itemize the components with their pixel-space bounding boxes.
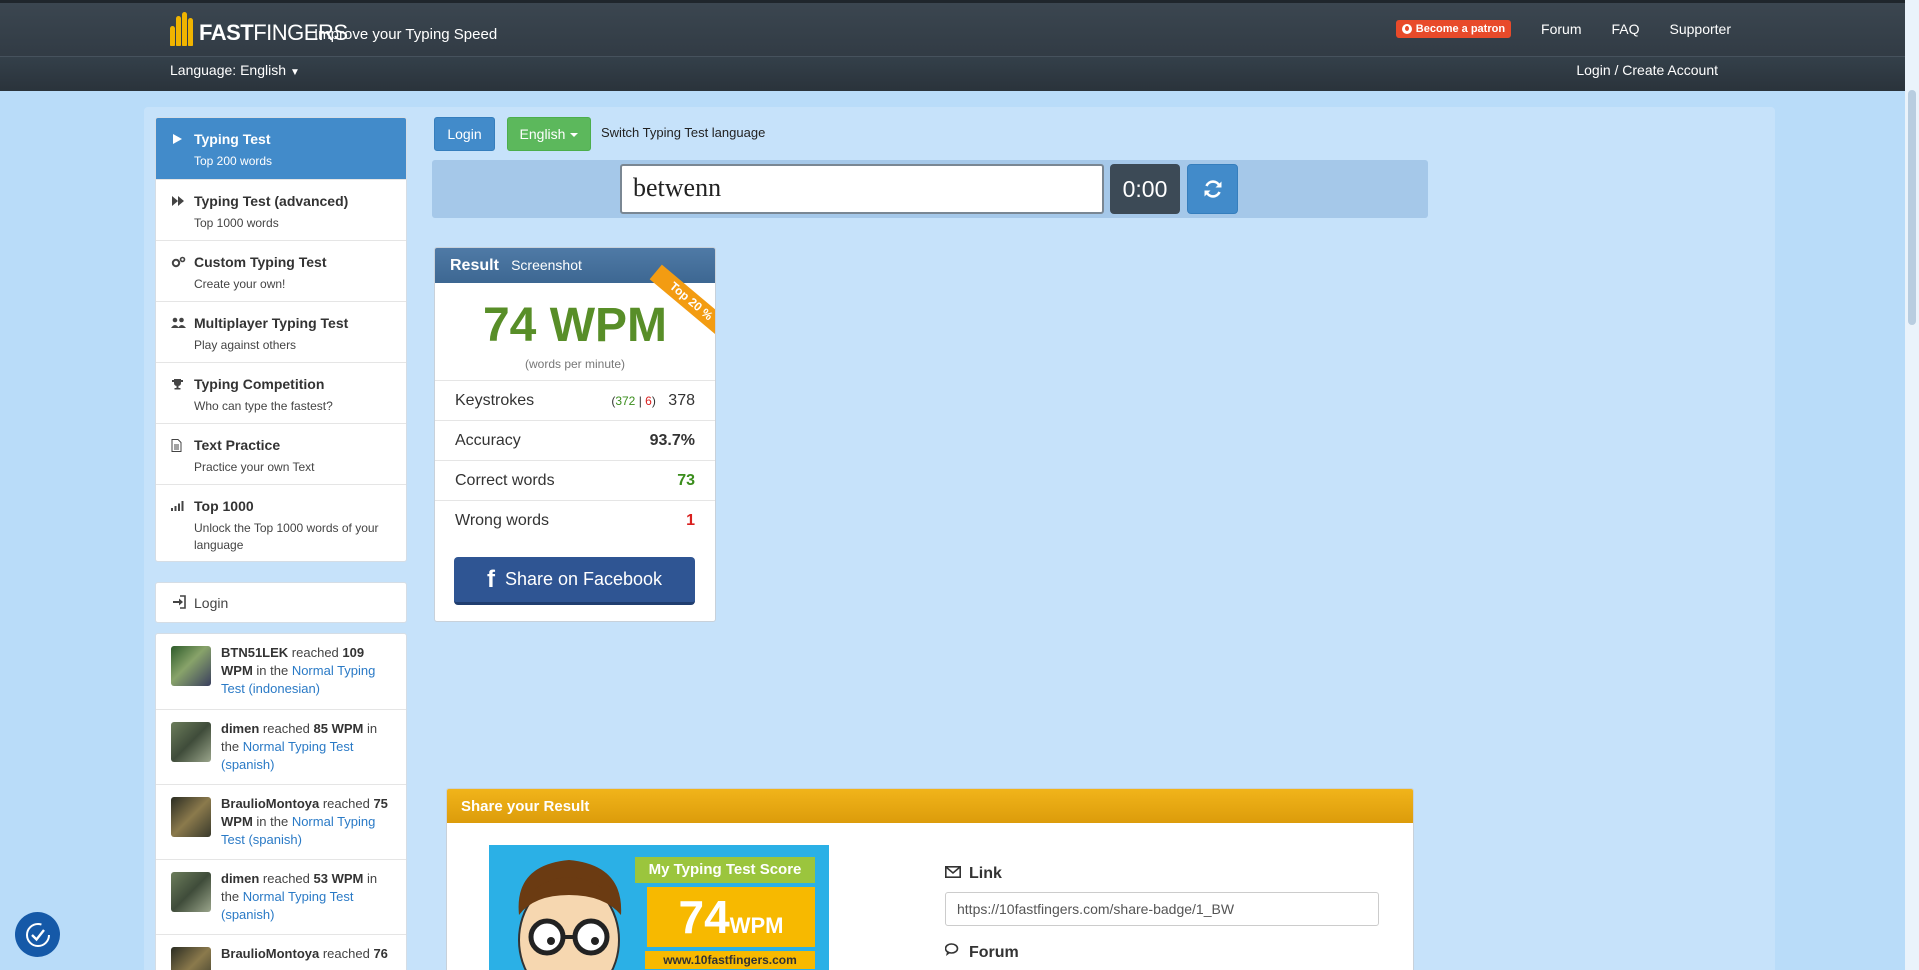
play-icon <box>171 133 187 147</box>
sidebar: Typing Test Top 200 words Typing Test (a… <box>155 117 407 970</box>
avatar[interactable] <box>171 646 211 686</box>
patreon-icon <box>1401 24 1412 34</box>
top-nav-links: Become a patron Forum FAQ Supporter <box>1395 20 1731 38</box>
fast-forward-icon <box>171 195 187 209</box>
sidebar-item-typing-test[interactable]: Typing Test Top 200 words <box>156 118 406 179</box>
share-title: Share your Result <box>447 789 1413 823</box>
avatar[interactable] <box>171 947 211 970</box>
language-selector[interactable]: Language: English ▼ <box>170 62 300 78</box>
score-badge-image[interactable]: My Typing Test Score 74WPM www.10fastfin… <box>489 845 829 970</box>
list-item: BraulioMontoya reached 76 <box>156 934 406 970</box>
tagline: Improve your Typing Speed <box>314 26 498 43</box>
stat-wrong-words: Wrong words 1 <box>435 500 715 540</box>
sidebar-item-typing-test-advanced[interactable]: Typing Test (advanced) Top 1000 words <box>156 179 406 240</box>
forum-label: Forum <box>944 943 1019 962</box>
caret-down-icon <box>570 133 579 137</box>
login-create-account-link[interactable]: Login / Create Account <box>1576 62 1718 78</box>
timer: 0:00 <box>1110 164 1180 214</box>
switch-language-label: Switch Typing Test language <box>601 125 766 140</box>
avatar[interactable] <box>171 872 211 912</box>
sidebar-menu: Typing Test Top 200 words Typing Test (a… <box>155 117 407 562</box>
refresh-icon <box>1204 180 1221 198</box>
comments-icon <box>944 943 961 962</box>
keystrokes-detail: (372 | 6) <box>611 393 656 408</box>
document-icon <box>171 439 187 453</box>
wpm-value: 74 WPM <box>482 299 668 352</box>
accessibility-button[interactable] <box>15 912 60 957</box>
share-panel: Share your Result My Typing Test Score 7… <box>446 788 1414 970</box>
chevron-down-icon: ▼ <box>290 67 300 78</box>
scrollbar[interactable] <box>1905 0 1919 970</box>
list-item: dimen reached 85 WPM in the Normal Typin… <box>156 709 406 784</box>
sidebar-item-competition[interactable]: Typing Competition Who can type the fast… <box>156 362 406 423</box>
users-icon <box>171 317 187 331</box>
wpm-caption: (words per minute) <box>524 357 626 371</box>
language-dropdown-button[interactable]: English <box>507 117 591 151</box>
result-title: Result <box>450 257 499 274</box>
envelope-icon <box>945 865 961 883</box>
login-button[interactable]: Login <box>434 117 495 151</box>
scrollbar-thumb[interactable] <box>1908 90 1916 325</box>
facebook-icon: f <box>486 565 495 593</box>
stat-keystrokes: Keystrokes (372 | 6) 378 <box>435 380 715 420</box>
share-link-input[interactable]: https://10fastfingers.com/share-badge/1_… <box>945 892 1379 926</box>
sidebar-item-text-practice[interactable]: Text Practice Practice your own Text <box>156 423 406 484</box>
nav-faq[interactable]: FAQ <box>1612 21 1640 37</box>
list-item: BraulioMontoya reached 75 WPM in the Nor… <box>156 784 406 859</box>
sidebar-login[interactable]: Login <box>155 582 407 623</box>
screenshot-tab[interactable]: Screenshot <box>511 257 582 273</box>
link-label: Link <box>945 865 1002 883</box>
sign-in-icon <box>172 595 186 612</box>
sidebar-item-multiplayer[interactable]: Multiplayer Typing Test Play against oth… <box>156 301 406 362</box>
stat-correct-words: Correct words 73 <box>435 460 715 500</box>
stat-accuracy: Accuracy 93.7% <box>435 420 715 460</box>
nav-forum[interactable]: Forum <box>1541 21 1581 37</box>
become-patron-button[interactable]: Become a patron <box>1395 20 1512 38</box>
keystrokes-total: 378 <box>668 391 695 409</box>
result-panel: Result Screenshot Top 20 % 74 WPM (words… <box>434 247 716 622</box>
avatar[interactable] <box>171 722 211 762</box>
gears-icon <box>171 256 187 270</box>
sidebar-item-top-1000[interactable]: Top 1000 Unlock the Top 1000 words of yo… <box>156 484 406 561</box>
avatar[interactable] <box>171 797 211 837</box>
word-input[interactable]: betwenn <box>620 164 1104 214</box>
trophy-icon <box>171 378 187 392</box>
nav-supporter[interactable]: Supporter <box>1670 21 1731 37</box>
activity-feed: BTN51LEK reached 109 WPM in the Normal T… <box>155 633 407 970</box>
list-item: BTN51LEK reached 109 WPM in the Normal T… <box>156 634 406 709</box>
share-facebook-button[interactable]: f Share on Facebook <box>454 557 695 605</box>
cartoon-face-icon <box>518 860 622 970</box>
list-item: dimen reached 53 WPM in the Normal Typin… <box>156 859 406 934</box>
sidebar-item-custom-typing-test[interactable]: Custom Typing Test Create your own! <box>156 240 406 301</box>
accessibility-icon <box>25 922 50 947</box>
hand-logo-icon <box>170 12 196 46</box>
reload-button[interactable] <box>1187 164 1238 214</box>
signal-icon <box>171 500 187 514</box>
